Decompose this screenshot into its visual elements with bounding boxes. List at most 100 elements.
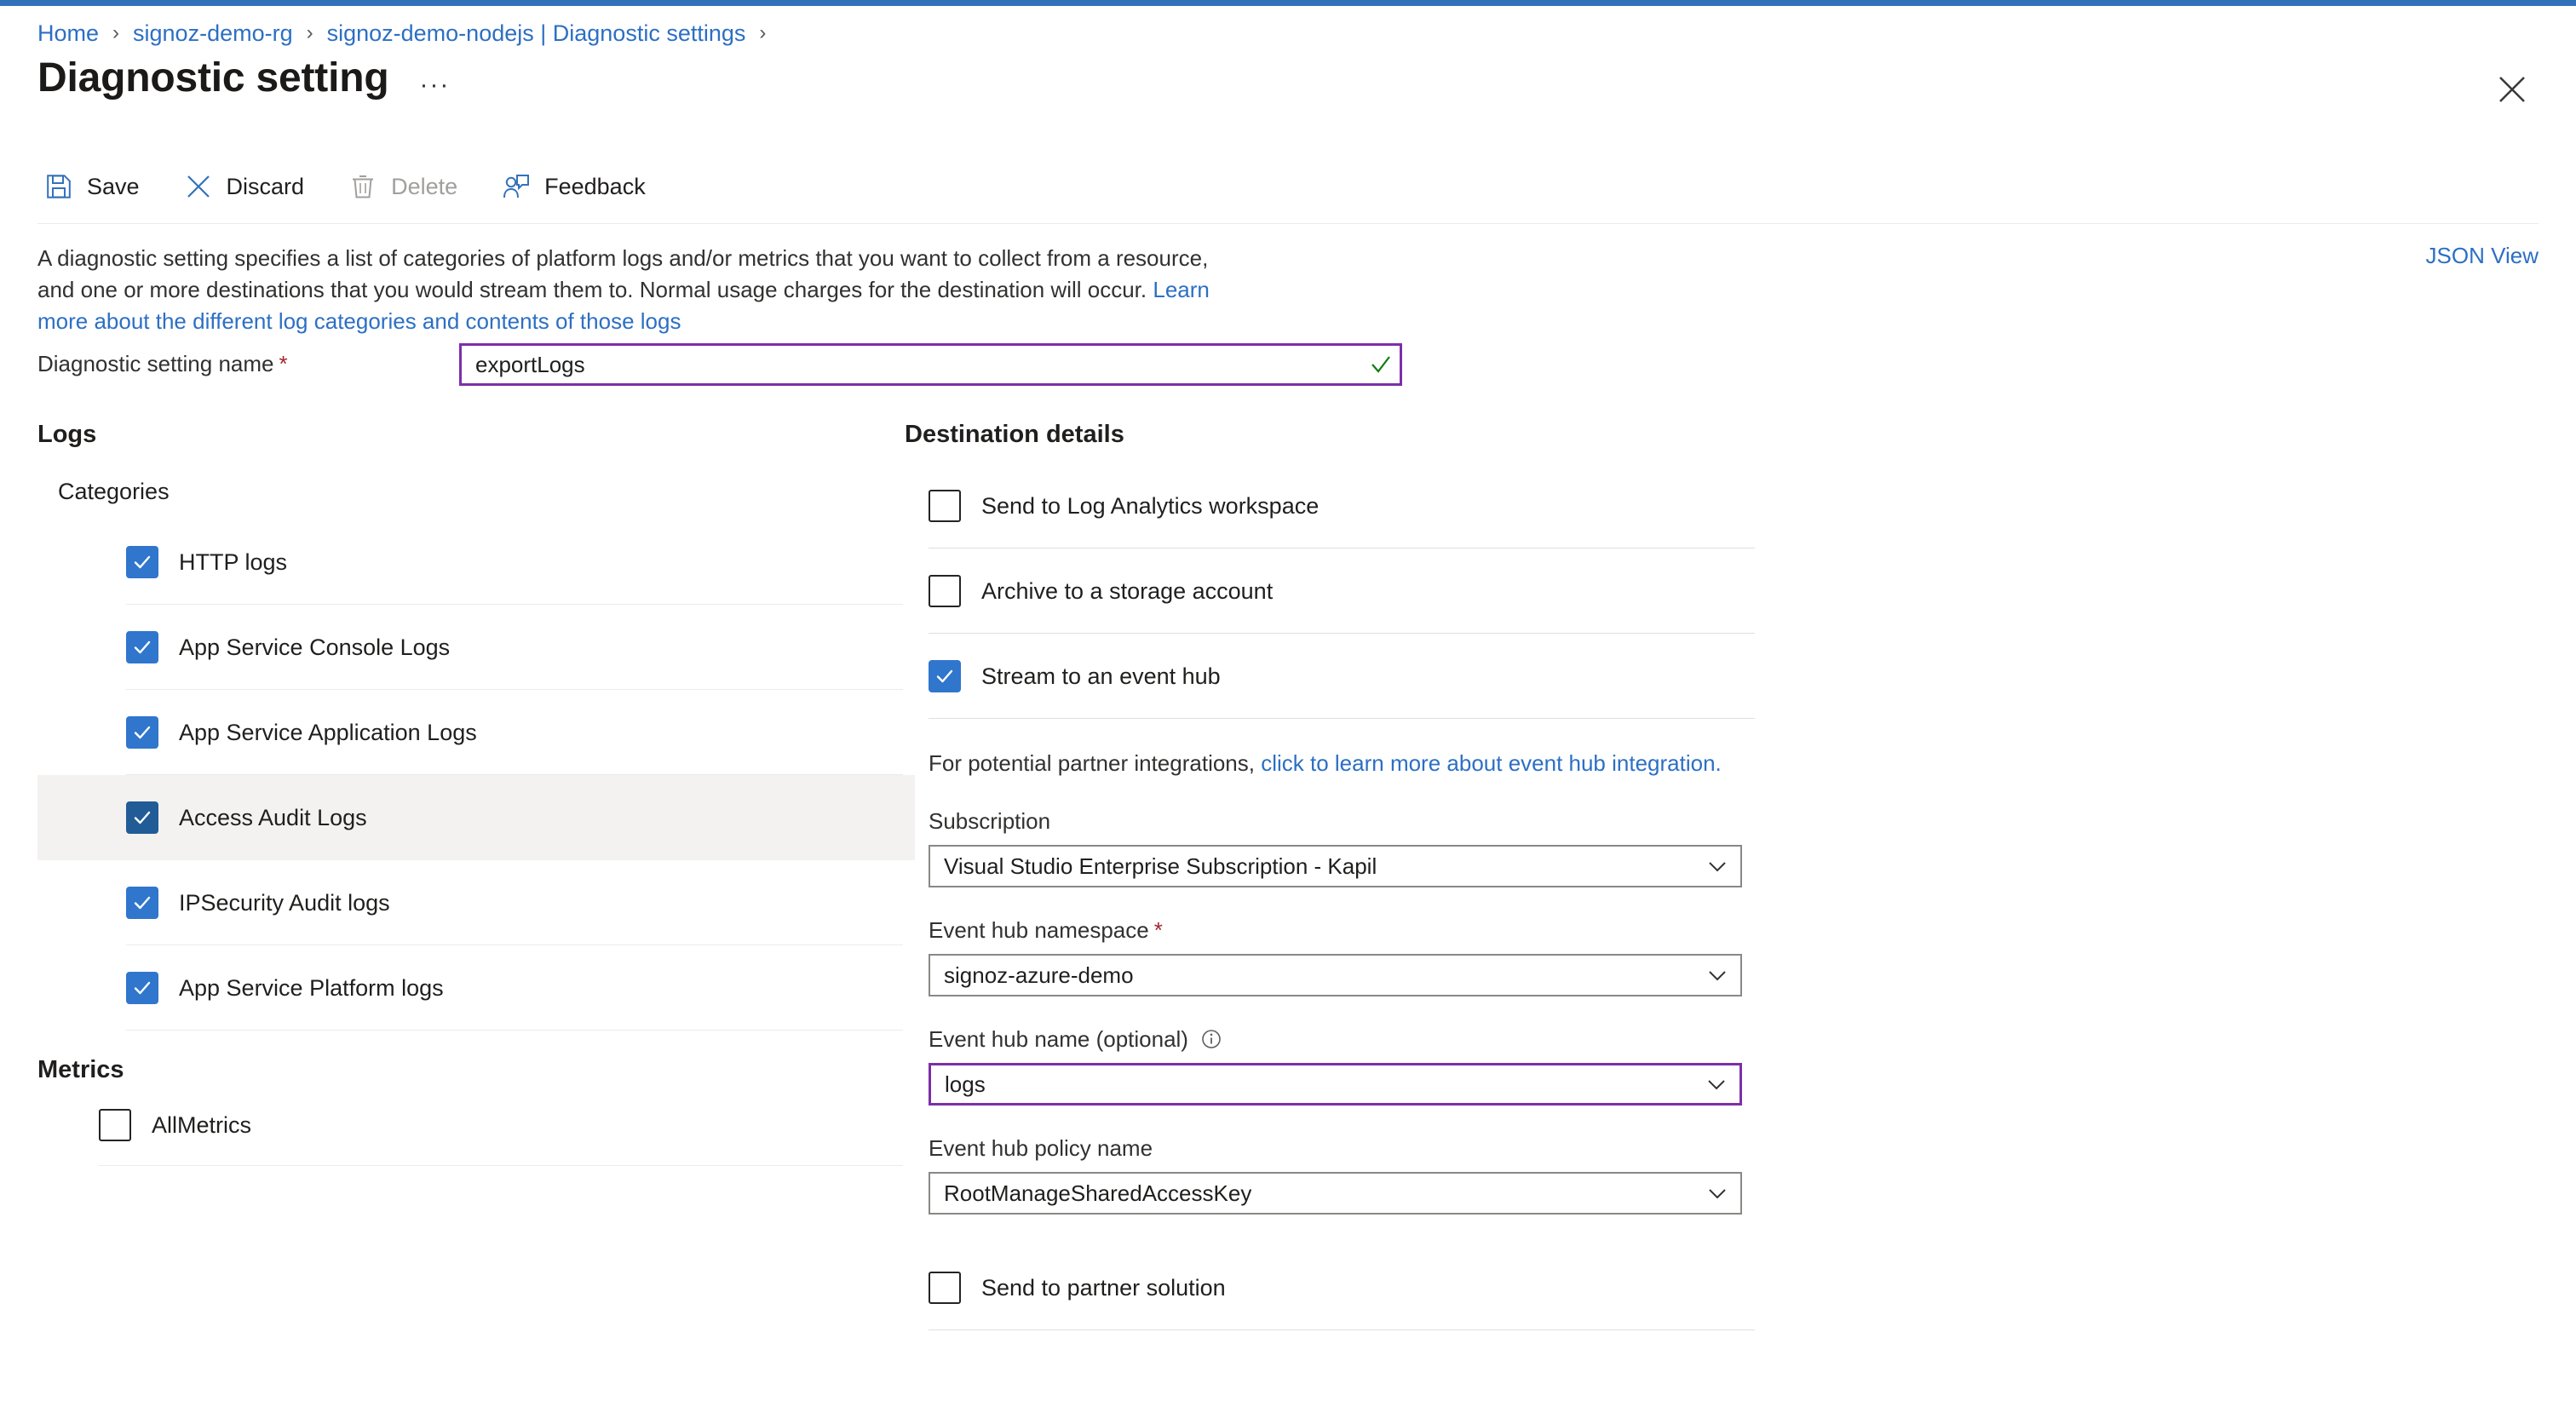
form-field: Event hub policy name RootManageSharedAcc… [929,1133,1742,1215]
close-icon [2499,77,2525,102]
required-indicator: * [1153,917,1163,943]
log-category-label: Access Audit Logs [179,804,367,830]
info-icon[interactable] [1200,1028,1222,1050]
checkbox-unchecked-icon [929,490,961,522]
more-options-icon[interactable]: ··· [419,72,450,98]
field-label: Subscription [929,806,1742,836]
save-icon [43,170,75,203]
destination-option-row[interactable]: Send to Log Analytics workspace [905,463,1765,548]
checkbox-checked-icon [126,887,158,919]
event-hub-integration-link[interactable]: click to learn more about event hub inte… [1261,750,1722,776]
dropdown-selected-value: Visual Studio Enterprise Subscription - … [944,853,1377,879]
dropdown-selected-value: logs [945,1071,986,1097]
logs-column: Logs Categories HTTP logs App Service Con… [37,417,915,1166]
destination-section-title: Destination details [905,421,1124,448]
destination-column: Destination details Send to Log Analytic… [905,417,1765,1330]
blade-description: A diagnostic setting specifies a list of… [37,243,1230,337]
metric-row[interactable]: AllMetrics [37,1084,915,1166]
save-label: Save [87,173,140,199]
field-label-text: Event hub namespace [929,917,1149,943]
form-field: Event hub namespace * signoz-azure-demo [929,915,1742,996]
log-category-row[interactable]: Access Audit Logs [37,775,915,860]
row-divider [126,1030,903,1031]
field-label-text: Subscription [929,808,1051,834]
log-category-row[interactable]: IPSecurity Audit logs [37,860,915,945]
breadcrumb-item-diagnostic-settings[interactable]: signoz-demo-nodejs | Diagnostic settings [327,19,746,48]
valid-check-icon [1362,353,1400,376]
command-bar: Save Discard Delete Feedback [37,167,683,206]
dropdown[interactable]: Visual Studio Enterprise Subscription - … [929,845,1742,887]
page-header: Diagnostic setting ··· [37,53,450,104]
row-divider [929,1329,1755,1330]
chevron-down-icon [1706,1182,1728,1204]
destination-option-label: Send to Log Analytics workspace [981,492,1320,519]
partner-solution-row[interactable]: Send to partner solution [905,1245,1765,1330]
breadcrumb-item-home[interactable]: Home [37,19,99,48]
delete-button: Delete [342,167,476,206]
feedback-person-icon [500,170,532,203]
diagnostic-setting-name-input[interactable] [462,346,1362,383]
chevron-down-icon [1705,1073,1728,1095]
feedback-button[interactable]: Feedback [495,167,664,206]
breadcrumb-item-resource-group[interactable]: signoz-demo-rg [133,19,293,48]
command-bar-divider [37,223,2539,224]
checkbox-unchecked-icon [929,575,961,607]
dropdown-selected-value: signoz-azure-demo [944,962,1134,988]
description-text: A diagnostic setting specifies a list of… [37,245,1209,302]
destination-option-row[interactable]: Archive to a storage account [905,548,1765,634]
log-category-row[interactable]: App Service Application Logs [37,690,915,775]
checkbox-checked-icon [126,631,158,663]
checkbox-checked-icon [126,716,158,749]
required-indicator: * [279,350,288,376]
log-category-row[interactable]: App Service Platform logs [37,945,915,1031]
chevron-down-icon [1706,964,1728,986]
logs-section-title: Logs [37,421,97,448]
log-category-label: App Service Platform logs [179,974,444,1001]
log-category-label: App Service Application Logs [179,719,477,745]
partner-solution-row-container: Send to partner solution [905,1245,1765,1330]
field-label: Event hub policy name [929,1133,1742,1163]
breadcrumb: Home › signoz-demo-rg › signoz-demo-node… [37,19,779,48]
trash-icon [347,170,379,203]
log-category-label: App Service Console Logs [179,634,451,660]
checkbox-checked-icon [929,660,961,692]
breadcrumb-separator-icon: › [112,21,120,44]
discard-button[interactable]: Discard [177,167,324,206]
log-category-row[interactable]: HTTP logs [37,520,915,605]
close-button[interactable] [2493,70,2532,109]
diagnostic-setting-name-field[interactable] [459,343,1402,386]
partner-solution-label: Send to partner solution [981,1274,1226,1301]
checkbox-unchecked-icon [929,1272,961,1304]
destination-option-label: Stream to an event hub [981,663,1221,689]
metric-label: AllMetrics [152,1111,252,1138]
save-button[interactable]: Save [37,167,158,206]
form-field: Event hub name (optional) logs [929,1024,1742,1106]
log-category-list: HTTP logs App Service Console Logs App Ser… [37,520,915,1031]
chevron-down-icon [1706,855,1728,877]
feedback-label: Feedback [544,173,646,199]
json-view-link[interactable]: JSON View [2426,243,2539,269]
dropdown[interactable]: logs [929,1063,1742,1106]
checkbox-unchecked-icon [99,1109,131,1141]
field-label: Event hub name (optional) [929,1024,1742,1054]
destination-option-row[interactable]: Stream to an event hub [905,634,1765,719]
event-hub-fields: Subscription Visual Studio Enterprise Sub… [905,806,1765,1215]
field-label-text: Event hub name (optional) [929,1026,1188,1052]
metrics-section-title: Metrics [37,1056,124,1083]
diagnostic-setting-name-label: Diagnostic setting name [37,351,274,376]
diagnostic-setting-blade: Home › signoz-demo-rg › signoz-demo-node… [0,0,2576,1407]
row-divider [99,1165,903,1166]
form-field: Subscription Visual Studio Enterprise Sub… [929,806,1742,887]
checkbox-checked-icon [126,801,158,834]
dropdown[interactable]: RootManageSharedAccessKey [929,1172,1742,1215]
dropdown-selected-value: RootManageSharedAccessKey [944,1180,1252,1206]
logs-categories-title: Categories [58,479,170,504]
metric-list: AllMetrics [37,1084,915,1166]
checkbox-checked-icon [126,972,158,1004]
log-category-label: IPSecurity Audit logs [179,889,390,916]
dropdown[interactable]: signoz-azure-demo [929,954,1742,996]
page-title: Diagnostic setting [37,55,389,100]
destination-options-list: Send to Log Analytics workspace Archive t… [905,463,1765,719]
log-category-row[interactable]: App Service Console Logs [37,605,915,690]
checkbox-checked-icon [126,546,158,578]
